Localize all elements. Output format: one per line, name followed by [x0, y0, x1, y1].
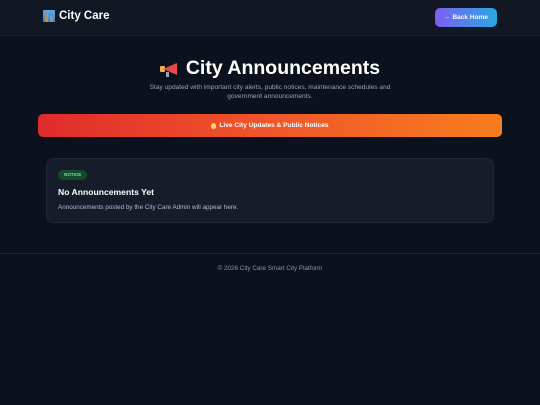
brand-name: City Care [59, 10, 110, 22]
top-header: City Care ← Back Home [0, 0, 540, 36]
live-updates-banner: Live City Updates & Public Notices [38, 114, 502, 137]
footer-text: © 2026 City Care Smart City Platform [217, 265, 323, 272]
megaphone-icon [159, 61, 180, 77]
page-title-text: City Announcements [185, 57, 381, 79]
card-title: No Announcements Yet [58, 187, 154, 197]
card-text: Announcements posted by the City Care Ad… [58, 204, 239, 211]
footer-divider [0, 253, 540, 254]
page-title: City Announcements [0, 57, 540, 80]
back-home-label: ← Back Home [444, 14, 488, 21]
notice-badge: NOTICE [58, 170, 88, 180]
footer: © 2026 City Care Smart City Platform [0, 265, 540, 272]
back-home-button[interactable]: ← Back Home [435, 8, 497, 27]
brand-logo[interactable]: City Care [43, 10, 110, 22]
banner-text: Live City Updates & Public Notices [219, 122, 329, 129]
announcement-card: NOTICE No Announcements Yet Announcement… [46, 158, 494, 223]
fire-icon [211, 122, 217, 129]
cityscape-icon [43, 10, 55, 22]
page-subtitle: Stay updated with important city alerts,… [149, 84, 391, 100]
